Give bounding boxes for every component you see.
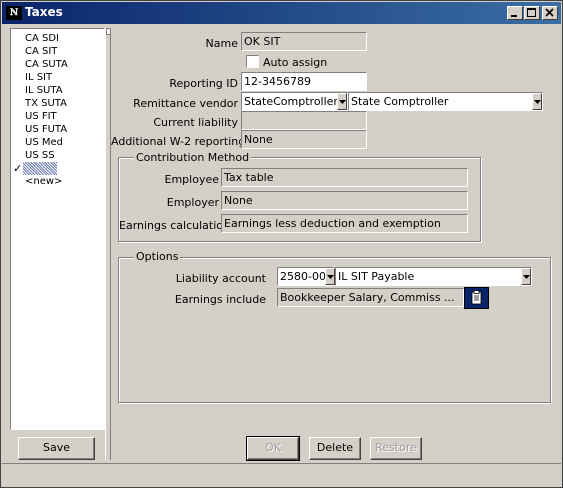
maximize-icon bbox=[527, 8, 536, 17]
pane-splitter[interactable] bbox=[105, 28, 111, 460]
reporting-id-field[interactable]: 12-3456789 bbox=[241, 72, 367, 91]
name-label: Name bbox=[205, 37, 238, 50]
list-item[interactable]: US FUTA bbox=[25, 123, 67, 136]
additional-w2-field: None bbox=[241, 130, 367, 149]
minimize-button[interactable] bbox=[507, 6, 523, 20]
remittance-vendor-code-field[interactable]: StateComptroller bbox=[241, 92, 348, 111]
earnings-calculation-field: Earnings less deduction and exemption bbox=[221, 214, 468, 233]
restore-button[interactable]: Restore bbox=[370, 437, 422, 460]
chevron-down-icon bbox=[339, 100, 346, 104]
status-bar bbox=[2, 463, 561, 487]
liability-account-name-field[interactable]: IL SIT Payable bbox=[335, 267, 532, 286]
employer-field: None bbox=[221, 191, 468, 210]
tax-list[interactable]: CA SDI CA SIT CA SUTA IL SIT IL SUTA TX … bbox=[10, 28, 105, 430]
vendor-name-dropdown[interactable] bbox=[532, 93, 542, 110]
earnings-include-field: Bookkeeper Salary, Commiss ... bbox=[277, 288, 464, 307]
list-item[interactable]: US Med bbox=[25, 136, 63, 149]
save-changes-button[interactable]: Save changes bbox=[18, 437, 95, 474]
earnings-include-label: Earnings include bbox=[174, 293, 266, 306]
liability-account-label: Liability account bbox=[175, 272, 266, 285]
chevron-down-icon bbox=[523, 275, 530, 279]
list-item[interactable]: IL SUTA bbox=[25, 84, 63, 97]
title-bar[interactable]: ℕ Taxes bbox=[2, 2, 561, 24]
window-title: Taxes bbox=[25, 5, 63, 19]
employee-field: Tax table bbox=[221, 168, 468, 187]
list-item[interactable]: US SS bbox=[25, 149, 55, 162]
list-item[interactable]: TX SUTA bbox=[25, 97, 67, 110]
additional-w2-label: Additional W-2 reporting bbox=[111, 135, 246, 148]
current-liability-label: Current liability bbox=[153, 116, 238, 129]
list-item[interactable]: US FIT bbox=[25, 110, 57, 123]
account-code-dropdown[interactable] bbox=[325, 268, 335, 285]
list-item[interactable]: CA SIT bbox=[25, 45, 57, 58]
maximize-button[interactable] bbox=[524, 6, 540, 20]
chevron-down-icon bbox=[327, 275, 334, 279]
employee-label: Employee bbox=[164, 173, 219, 186]
list-item[interactable]: CA SDI bbox=[25, 32, 59, 45]
list-item-new[interactable]: <new> bbox=[25, 175, 62, 188]
app-icon: ℕ bbox=[6, 6, 22, 20]
list-item-selected[interactable] bbox=[23, 162, 57, 175]
account-name-dropdown[interactable] bbox=[521, 268, 531, 285]
close-button[interactable] bbox=[542, 6, 558, 20]
earnings-calculation-label: Earnings calculation bbox=[119, 219, 230, 232]
auto-assign-label: Auto assign bbox=[263, 56, 328, 69]
list-item[interactable]: IL SIT bbox=[25, 71, 52, 84]
current-liability-field bbox=[241, 111, 367, 130]
list-item[interactable]: CA SUTA bbox=[25, 58, 68, 71]
vendor-code-dropdown[interactable] bbox=[337, 93, 347, 110]
taxes-window: ℕ Taxes CA SDI CA SIT CA SUTA IL SIT IL … bbox=[0, 0, 563, 488]
minimize-icon bbox=[511, 15, 517, 17]
options-title: Options bbox=[134, 250, 181, 263]
clipboard-icon bbox=[471, 290, 482, 305]
earnings-include-button[interactable] bbox=[464, 287, 489, 309]
contribution-method-title: Contribution Method bbox=[134, 151, 252, 164]
remittance-vendor-name-field[interactable]: State Comptroller bbox=[348, 92, 543, 111]
close-icon bbox=[545, 8, 554, 17]
checkmark-icon: ✓ bbox=[13, 162, 23, 175]
name-field[interactable]: OK SIT bbox=[241, 32, 367, 51]
remittance-vendor-label: Remittance vendor bbox=[133, 97, 238, 110]
reporting-id-label: Reporting ID bbox=[169, 77, 238, 90]
ok-button[interactable]: OK bbox=[246, 436, 300, 461]
splitter-handle[interactable] bbox=[106, 28, 111, 35]
chevron-down-icon bbox=[534, 100, 541, 104]
auto-assign-checkbox[interactable] bbox=[246, 55, 259, 68]
delete-button[interactable]: Delete bbox=[309, 437, 361, 460]
employer-label: Employer bbox=[166, 196, 219, 209]
